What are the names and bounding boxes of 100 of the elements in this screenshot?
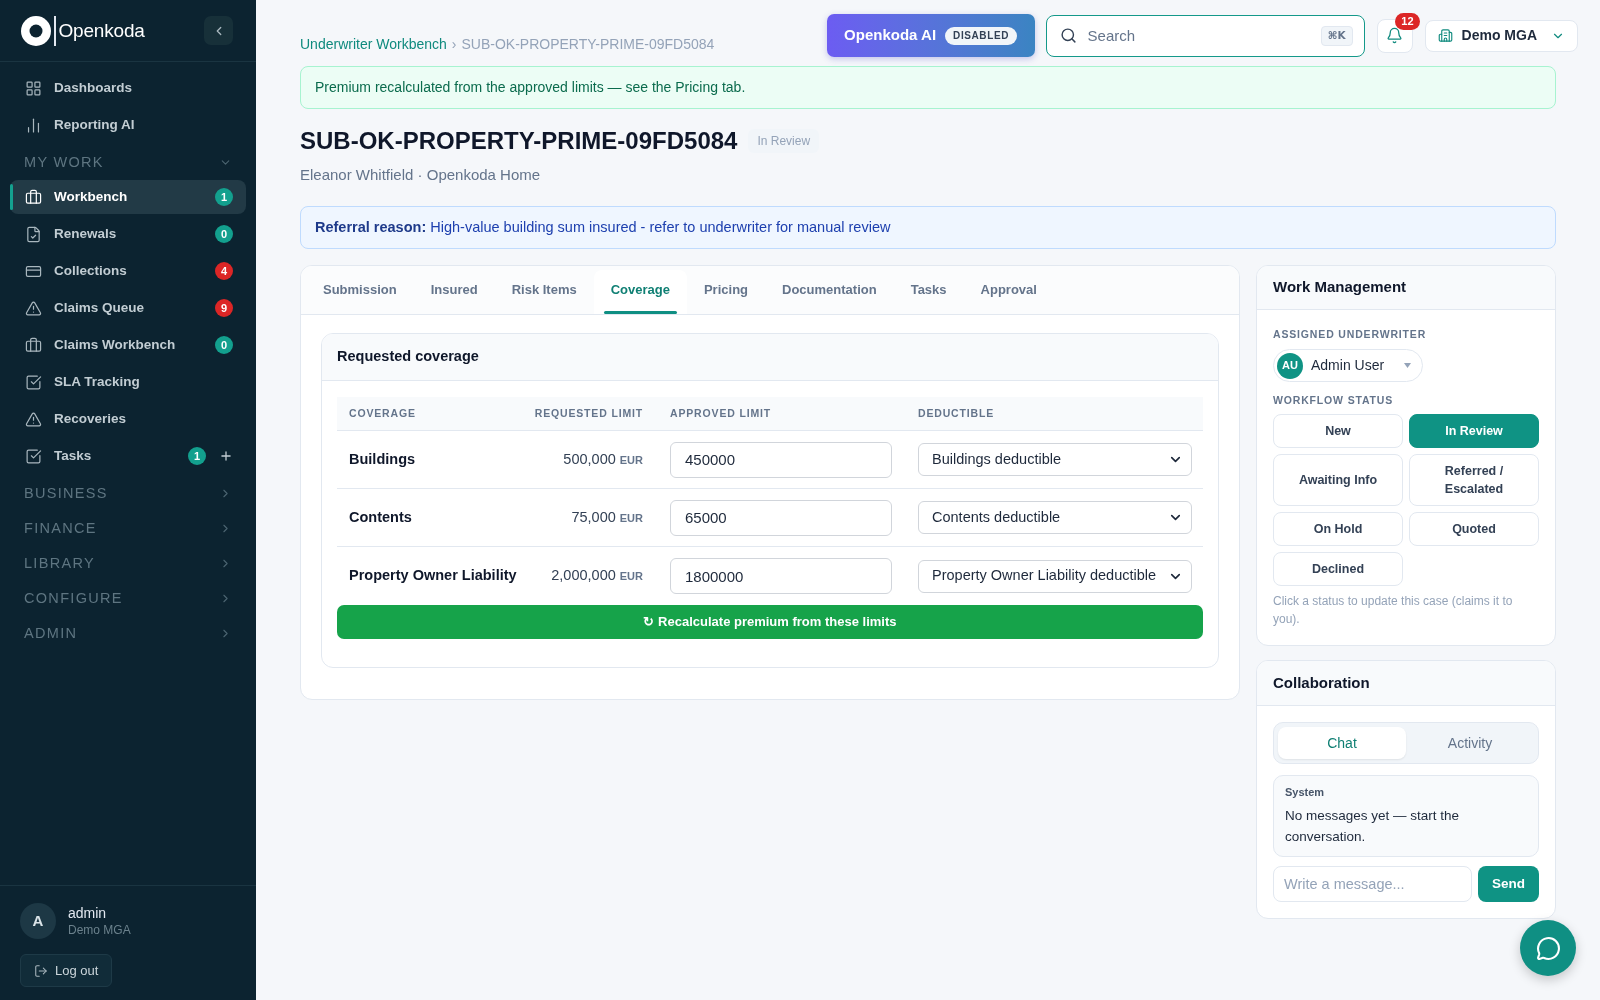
column-header: COVERAGE <box>348 405 417 421</box>
nav-item[interactable]: Collections 4 <box>10 254 246 288</box>
assignee-select[interactable]: AU Admin User <box>1273 349 1423 382</box>
message-text: No messages yet — start the conversation. <box>1285 807 1461 846</box>
field-label: WORKFLOW STATUS <box>1273 393 1395 407</box>
nav-item[interactable]: Reporting AI <box>10 108 246 142</box>
status-badge: In Review <box>748 129 820 153</box>
status-badge: DISABLED <box>945 26 1017 45</box>
assignee-name: Admin User <box>1311 356 1385 375</box>
count-badge: 0 <box>215 336 233 354</box>
count-badge: 1 <box>215 188 233 206</box>
search-icon <box>1059 27 1077 44</box>
deductible-select[interactable]: Contents deductible <box>918 501 1192 534</box>
count-badge: 4 <box>215 262 233 280</box>
file-check-icon <box>25 225 42 243</box>
breadcrumb-current: SUB-OK-PROPERTY-PRIME-09FD5084 <box>461 35 715 54</box>
tab[interactable]: Coverage <box>593 270 687 314</box>
count-badge: 0 <box>215 225 233 243</box>
briefcase-icon <box>25 188 42 206</box>
ai-button[interactable]: Openkoda AI DISABLED <box>826 14 1035 57</box>
user-org: Demo MGA <box>68 922 131 938</box>
approved-limit-input[interactable]: 65000 <box>670 499 892 536</box>
checkbox-icon <box>25 373 42 391</box>
requested-limit: 75,000 <box>571 507 616 527</box>
bar-chart-icon <box>25 116 42 134</box>
tab[interactable]: Approval <box>963 266 1054 314</box>
card-title: Requested coverage <box>337 347 479 367</box>
message-author: System <box>1285 785 1326 799</box>
org-switcher[interactable]: Demo MGA <box>1424 19 1578 52</box>
tab[interactable]: Documentation <box>765 266 894 314</box>
user-name: admin <box>68 904 108 922</box>
nav-item[interactable]: SLA Tracking <box>10 365 246 399</box>
count-badge: 1 <box>188 447 206 465</box>
approved-limit-input[interactable]: 1800000 <box>670 558 892 594</box>
count-badge: 9 <box>215 299 233 317</box>
currency-code: EUR <box>619 510 643 526</box>
plus-icon[interactable] <box>219 449 233 463</box>
warning-icon <box>25 299 42 317</box>
nav-item[interactable]: Workbench 1 <box>10 180 246 214</box>
message-input[interactable]: Write a message... <box>1273 866 1472 902</box>
building-icon <box>1437 28 1453 43</box>
grid-icon <box>25 79 42 97</box>
segment-tab[interactable]: Activity <box>1406 727 1534 759</box>
nav-item[interactable]: Renewals 0 <box>10 217 246 251</box>
status-button[interactable]: Declined <box>1273 552 1403 586</box>
tab[interactable]: Pricing <box>686 266 766 314</box>
collapse-button[interactable] <box>204 16 233 45</box>
status-button[interactable]: Referred / Escalated <box>1409 454 1539 506</box>
status-button[interactable]: Awaiting Info <box>1273 454 1403 506</box>
deductible-select[interactable]: Buildings deductible <box>918 443 1192 476</box>
nav-item[interactable]: Claims Workbench 0 <box>10 328 246 362</box>
status-button[interactable]: In Review <box>1409 414 1539 448</box>
coverage-name: Property Owner Liability <box>348 566 518 586</box>
caret-icon <box>1404 363 1411 368</box>
tab[interactable]: Insured <box>413 266 495 314</box>
avatar: A <box>20 903 56 939</box>
coverage-name: Buildings <box>348 449 417 469</box>
tab[interactable]: Tasks <box>893 266 964 314</box>
nav-item[interactable]: Dashboards <box>10 71 246 105</box>
coverage-name: Contents <box>348 507 413 527</box>
requested-limit: 2,000,000 <box>551 566 616 586</box>
send-button[interactable]: Send <box>1478 866 1539 902</box>
chat-bubble-icon <box>1535 935 1561 961</box>
currency-code: EUR <box>619 452 643 468</box>
briefcase-icon <box>25 336 42 354</box>
nav-item[interactable]: Recoveries <box>10 402 246 436</box>
logout-icon <box>34 963 48 978</box>
status-button[interactable]: Quoted <box>1409 512 1539 546</box>
tab[interactable]: Risk Items <box>494 266 594 314</box>
deductible-select[interactable]: Property Owner Liability deductible <box>918 559 1192 593</box>
warning-icon <box>25 410 42 428</box>
approved-limit-input[interactable]: 450000 <box>670 441 892 478</box>
status-button[interactable]: On Hold <box>1273 512 1403 546</box>
success-notice: Premium recalculated from the approved limits — see the Pricing tab. <box>300 66 1556 109</box>
hint-text: Click a status to update this case (claims it to you). <box>1273 593 1514 628</box>
segment-tab[interactable]: Chat <box>1278 727 1406 759</box>
brand-name: Openkoda <box>58 18 145 43</box>
logo-icon <box>21 15 51 46</box>
currency-code: EUR <box>619 569 643 585</box>
chat-button[interactable] <box>1520 920 1576 976</box>
column-header: APPROVED LIMIT <box>669 405 772 421</box>
bell-icon <box>1386 27 1404 44</box>
logout-button[interactable]: Log out <box>20 954 113 987</box>
column-header: DEDUCTIBLE <box>917 405 996 421</box>
column-header: REQUESTED LIMIT <box>533 405 644 421</box>
card-title: Collaboration <box>1273 672 1370 693</box>
breadcrumb-separator: › <box>451 35 457 54</box>
checkbox-icon <box>25 447 42 465</box>
status-button[interactable]: New <box>1273 414 1403 448</box>
case-title: SUB-OK-PROPERTY-PRIME-09FD5084 <box>300 126 738 156</box>
breadcrumb-link[interactable]: Underwriter Workbench <box>300 34 447 54</box>
tab[interactable]: Submission <box>306 266 414 314</box>
notification-count: 12 <box>1395 12 1420 30</box>
card-title: Work Management <box>1273 277 1407 298</box>
referral-notice: Referral reason: High-value building sum insured - refer to underwriter for manual review <box>300 206 1556 249</box>
field-label: ASSIGNED UNDERWRITER <box>1273 327 1428 341</box>
requested-limit: 500,000 <box>563 449 616 469</box>
case-subtitle: Eleanor Whitfield · Openkoda Home <box>300 165 542 185</box>
nav-item[interactable]: Tasks 1 <box>10 439 246 473</box>
nav-item[interactable]: Claims Queue 9 <box>10 291 246 325</box>
